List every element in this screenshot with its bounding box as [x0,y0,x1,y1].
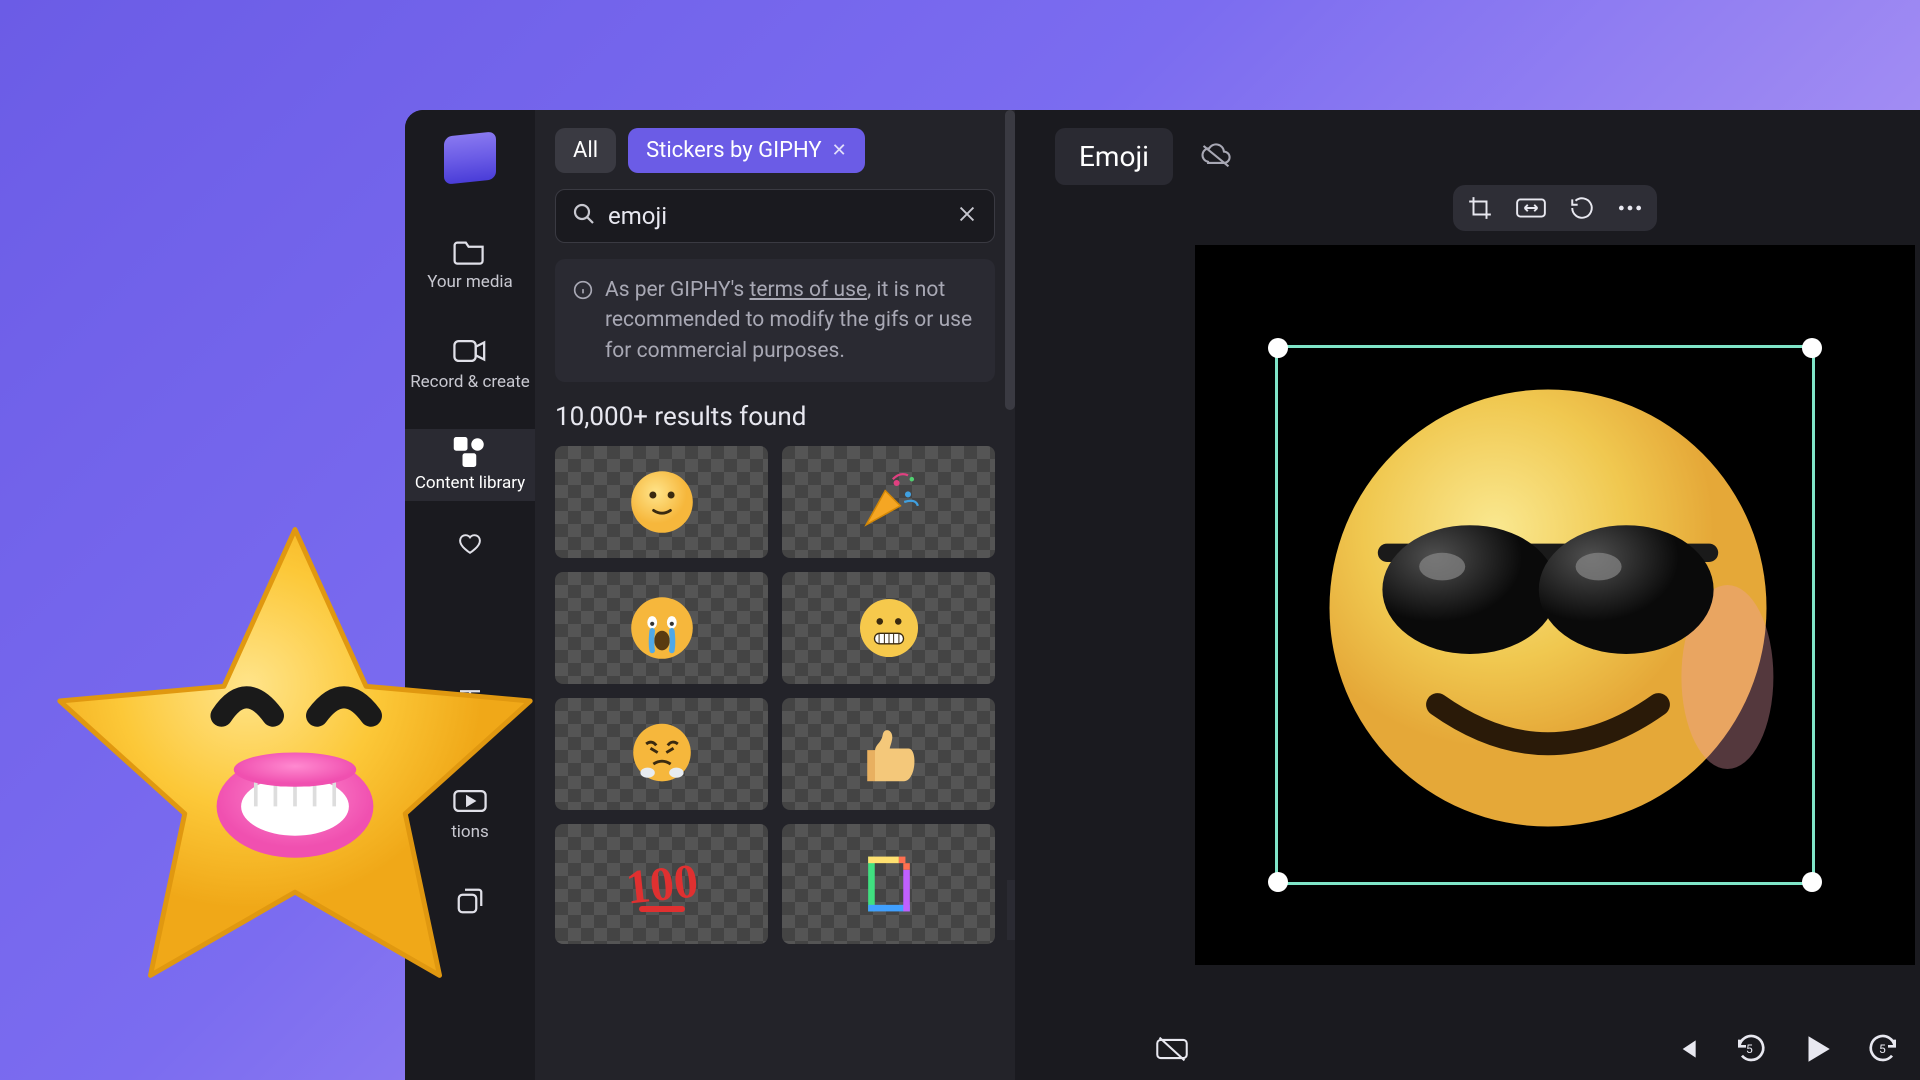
resize-handle-br[interactable] [1802,872,1822,892]
skip-start-button[interactable] [1674,1036,1700,1066]
filter-chip-stickers-giphy[interactable]: Stickers by GIPHY ✕ [628,128,865,173]
rotate-button[interactable] [1569,195,1595,221]
resize-handle-tl[interactable] [1268,338,1288,358]
sidebar-item-transitions[interactable]: tions [405,778,535,850]
sidebar-item-label: Content library [415,473,525,493]
app-window: Your media Record & create Content libra… [405,110,1920,1080]
playback-bar: 5 5 [1155,1032,1900,1070]
sidebar-item-favorites[interactable] [405,529,535,559]
folder-icon [453,236,487,266]
selection-toolbar [1453,185,1657,231]
library-icon [453,437,487,467]
rewind-seconds-label: 5 [1746,1042,1753,1056]
sticker-grid: 100 [555,446,995,964]
transitions-icon [453,786,487,816]
sticker-thumbs-up-emoji[interactable] [782,698,995,810]
play-controls: 5 5 [1674,1032,1900,1070]
project-title[interactable]: Emoji [1055,128,1173,185]
filter-row: All Stickers by GIPHY ✕ [555,128,995,173]
sticker-hundred-emoji[interactable]: 100 [555,824,768,944]
canvas-stage-wrap [1195,245,1915,965]
giphy-terms-notice: As per GIPHY's terms of use, it is not r… [555,259,995,382]
sticker-huff-emoji[interactable] [555,698,768,810]
filter-chip-all[interactable]: All [555,128,616,173]
forward-5-button[interactable]: 5 [1868,1033,1900,1069]
sidebar-item-text[interactable]: Text [405,677,535,749]
sidebar-item-record-create[interactable]: Record & create [405,328,535,400]
sticker-grimace-emoji[interactable] [782,572,995,684]
sidebar-item-label: Your media [427,272,513,292]
close-icon[interactable]: ✕ [832,140,847,161]
sticker-giphy-logo[interactable] [782,824,995,944]
sidebar-item-label: Text [454,721,486,741]
sidebar: Your media Record & create Content libra… [405,110,535,1080]
content-library-panel: All Stickers by GIPHY ✕ As per GIPHY's t… [535,110,1015,1080]
sidebar-item-content-library[interactable]: Content library [405,429,535,501]
sunglasses-emoji-asset[interactable] [1318,378,1778,838]
results-count-label: 10,000+ results found [555,402,995,432]
more-options-button[interactable] [1617,195,1643,221]
camera-icon [453,336,487,366]
chip-label: All [573,138,598,163]
app-logo-icon[interactable] [444,131,496,184]
captions-off-icon[interactable] [1155,1035,1189,1067]
search-icon [572,202,596,230]
heart-icon [453,529,487,559]
sidebar-item-more[interactable] [405,878,535,924]
canvas-area: Emoji [1015,110,1920,1080]
resize-handle-bl[interactable] [1268,872,1288,892]
canvas-stage[interactable] [1195,245,1915,965]
sidebar-item-your-media[interactable]: Your media [405,228,535,300]
text-icon [453,685,487,715]
search-box[interactable] [555,189,995,243]
chip-label: Stickers by GIPHY [646,138,822,163]
fit-button[interactable] [1515,195,1547,221]
rewind-5-button[interactable]: 5 [1734,1033,1766,1069]
play-button[interactable] [1800,1032,1834,1070]
cloud-sync-off-icon[interactable] [1199,141,1233,173]
search-input[interactable] [608,202,944,230]
sidebar-item-label: tions [451,822,489,842]
info-icon [573,279,593,366]
canvas-header: Emoji [1055,128,1920,185]
sidebar-item-label: Record & create [410,372,530,392]
notice-text: As per GIPHY's terms of use, it is not r… [605,275,977,366]
forward-seconds-label: 5 [1879,1042,1886,1056]
sticker-crying-emoji[interactable] [555,572,768,684]
clear-search-icon[interactable] [956,203,978,229]
crop-button[interactable] [1467,195,1493,221]
terms-of-use-link[interactable]: terms of use [749,278,867,302]
stack-icon [453,886,487,916]
sticker-smile-emoji[interactable] [555,446,768,558]
selection-box[interactable] [1275,345,1815,885]
sticker-party-popper-emoji[interactable] [782,446,995,558]
resize-handle-tr[interactable] [1802,338,1822,358]
